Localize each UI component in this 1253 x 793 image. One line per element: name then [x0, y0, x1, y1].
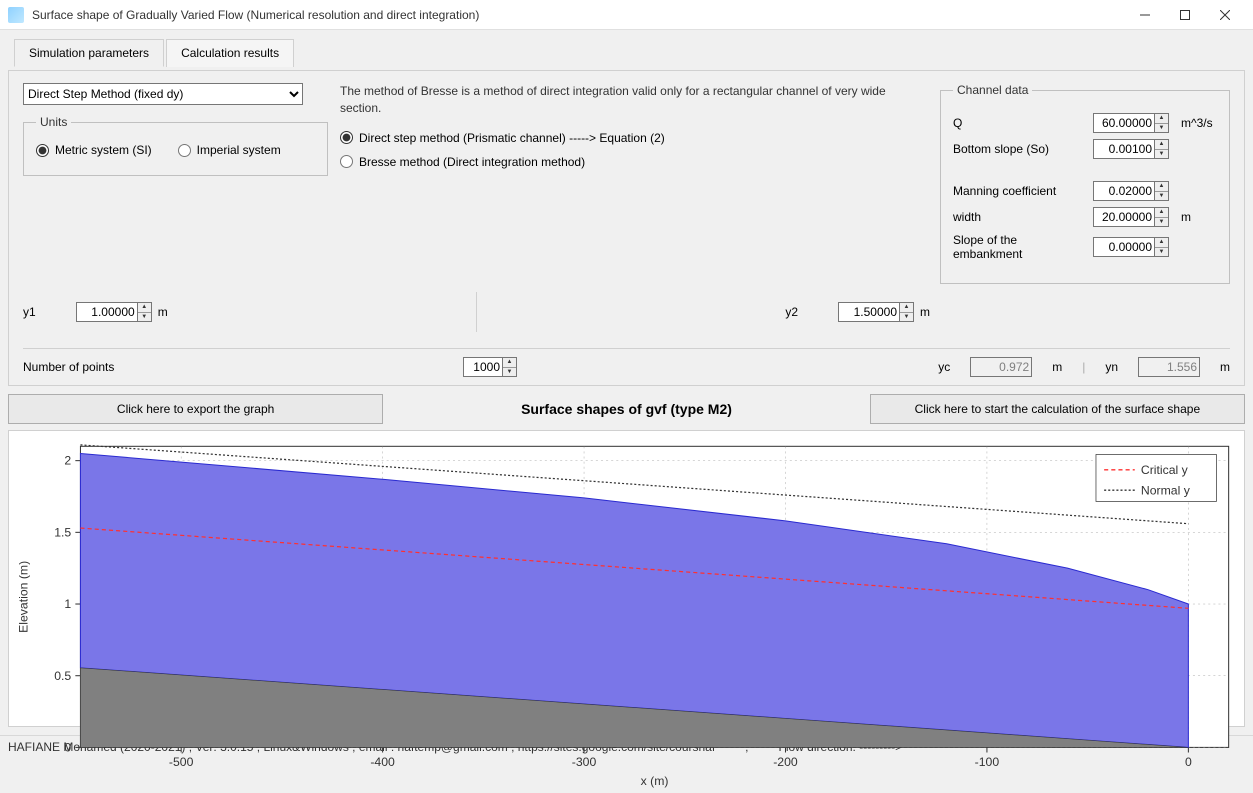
svg-text:1.5: 1.5: [54, 525, 71, 539]
so-label: Bottom slope (So): [953, 142, 1087, 156]
embankment-label: Slope of the embankment: [953, 233, 1087, 261]
channel-data-group: Channel data Q ▲▼ m^3/s Bottom slope (So…: [940, 83, 1230, 284]
y1-label: y1: [23, 305, 36, 319]
chart-area: -500-400-300-200-100000.511.52x (m)Eleva…: [8, 430, 1245, 727]
radio-metric[interactable]: Metric system (SI): [36, 143, 152, 157]
svg-text:0: 0: [64, 740, 71, 754]
chart-title-label: Surface shapes of gvf (type M2): [393, 394, 860, 424]
y2-unit: m: [920, 305, 930, 319]
q-label: Q: [953, 116, 1087, 130]
app-icon: [8, 7, 24, 23]
parameters-panel: Direct Step Method (fixed dy) Units Metr…: [8, 70, 1245, 386]
q-unit: m^3/s: [1181, 116, 1217, 130]
close-button[interactable]: [1205, 1, 1245, 29]
svg-text:Normal y: Normal y: [1141, 483, 1191, 497]
svg-text:Elevation (m): Elevation (m): [16, 561, 30, 633]
export-button[interactable]: Click here to export the graph: [8, 394, 383, 424]
yc-label: yc: [938, 360, 950, 374]
channel-legend: Channel data: [953, 83, 1032, 97]
so-input[interactable]: ▲▼: [1093, 139, 1169, 159]
tab-simulation-parameters[interactable]: Simulation parameters: [14, 39, 164, 67]
window-title: Surface shape of Gradually Varied Flow (…: [32, 8, 1125, 22]
np-label: Number of points: [23, 360, 443, 374]
width-unit: m: [1181, 210, 1217, 224]
svg-text:2: 2: [64, 454, 71, 468]
radio-imperial[interactable]: Imperial system: [178, 143, 281, 157]
tabstrip: Simulation parameters Calculation result…: [14, 38, 1245, 66]
radio-bresse[interactable]: Bresse method (Direct integration method…: [340, 155, 920, 169]
y1-unit: m: [158, 305, 168, 319]
maximize-button[interactable]: [1165, 1, 1205, 29]
radio-direct-step[interactable]: Direct step method (Prismatic channel) -…: [340, 131, 920, 145]
svg-text:1: 1: [64, 597, 71, 611]
np-input[interactable]: ▲▼: [463, 357, 517, 377]
y1-input[interactable]: ▲▼: [76, 302, 152, 322]
close-icon: [1220, 10, 1230, 20]
units-group: Units Metric system (SI) Imperial system: [23, 115, 328, 176]
yn-unit: m: [1220, 360, 1230, 374]
manning-input[interactable]: ▲▼: [1093, 181, 1169, 201]
manning-label: Manning coefficient: [953, 184, 1087, 198]
svg-text:x (m): x (m): [641, 774, 669, 788]
q-input[interactable]: ▲▼: [1093, 113, 1169, 133]
y2-label: y2: [785, 305, 798, 319]
help-text: The method of Bresse is a method of dire…: [340, 83, 920, 117]
yn-output: [1138, 357, 1200, 377]
yc-output: [970, 357, 1032, 377]
tab-calculation-results[interactable]: Calculation results: [166, 39, 294, 67]
minimize-icon: [1140, 10, 1150, 20]
yc-unit: m: [1052, 360, 1062, 374]
svg-text:Critical y: Critical y: [1141, 463, 1189, 477]
start-calc-button[interactable]: Click here to start the calculation of t…: [870, 394, 1245, 424]
chart-svg: -500-400-300-200-100000.511.52x (m)Eleva…: [9, 431, 1244, 793]
titlebar: Surface shape of Gradually Varied Flow (…: [0, 0, 1253, 30]
y2-input[interactable]: ▲▼: [838, 302, 914, 322]
method-select[interactable]: Direct Step Method (fixed dy): [23, 83, 303, 105]
embankment-input[interactable]: ▲▼: [1093, 237, 1169, 257]
svg-text:0.5: 0.5: [54, 669, 71, 683]
maximize-icon: [1180, 10, 1190, 20]
units-legend: Units: [36, 115, 71, 129]
minimize-button[interactable]: [1125, 1, 1165, 29]
width-label: width: [953, 210, 1087, 224]
yn-label: yn: [1105, 360, 1118, 374]
width-input[interactable]: ▲▼: [1093, 207, 1169, 227]
